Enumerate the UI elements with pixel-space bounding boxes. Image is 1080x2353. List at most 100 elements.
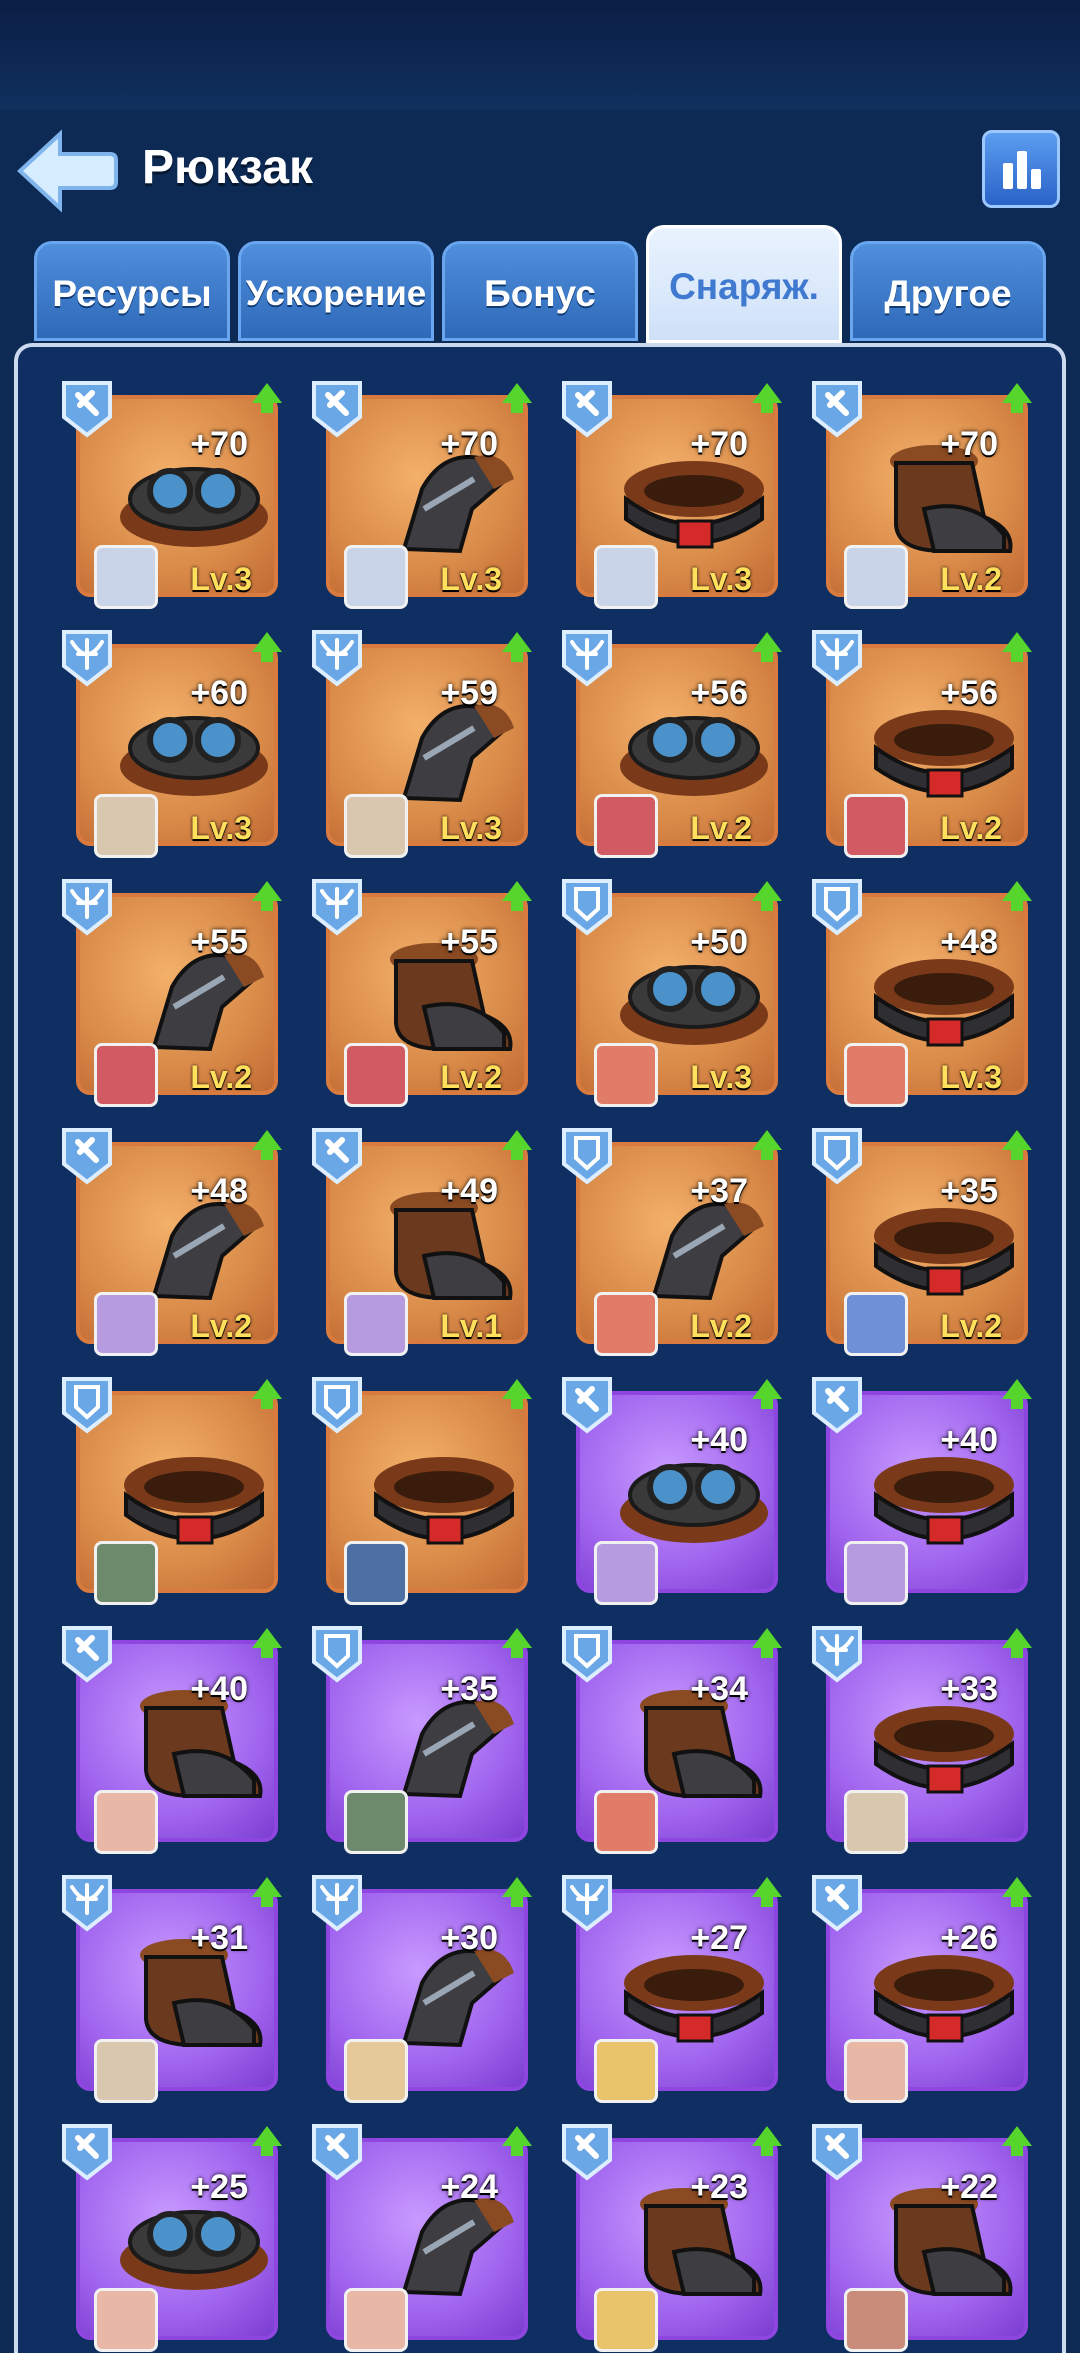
power-bonus: +26: [940, 1919, 998, 1957]
power-bonus: +23: [690, 2168, 748, 2206]
power-bonus: +70: [940, 425, 998, 463]
equipment-item[interactable]: +37 Lv.2: [558, 1124, 782, 1356]
hero-avatar: [344, 545, 408, 609]
upgrade-arrow-icon: [252, 1877, 282, 1907]
equipment-item[interactable]: +56 Lv.2: [558, 626, 782, 858]
equipment-item[interactable]: +48 Lv.2: [58, 1124, 282, 1356]
item-level: Lv.2: [940, 561, 1002, 597]
back-button[interactable]: [14, 128, 118, 214]
power-bonus: +48: [940, 923, 998, 961]
equipment-item[interactable]: +70 Lv.3: [308, 377, 532, 609]
crossbow-type-icon: [808, 1622, 866, 1684]
equipment-item[interactable]: +49 Lv.1: [308, 1124, 532, 1356]
equipment-item[interactable]: +23: [558, 2120, 782, 2352]
hero-avatar: [594, 794, 658, 858]
hero-avatar: [594, 545, 658, 609]
upgrade-arrow-icon: [752, 383, 782, 413]
shield-type-icon: [308, 1622, 366, 1684]
hero-avatar: [594, 1541, 658, 1605]
equipment-item[interactable]: [58, 1373, 282, 1605]
power-bonus: +70: [440, 425, 498, 463]
equipment-item[interactable]: +26: [808, 1871, 1032, 2103]
tab-bonus[interactable]: Бонус: [442, 241, 638, 341]
crossbow-type-icon: [808, 626, 866, 688]
hero-avatar: [344, 1541, 408, 1605]
equipment-item[interactable]: +30: [308, 1871, 532, 2103]
equipment-item[interactable]: +22: [808, 2120, 1032, 2352]
item-level: Lv.1: [440, 1308, 502, 1344]
upgrade-arrow-icon: [1002, 632, 1032, 662]
upgrade-arrow-icon: [502, 632, 532, 662]
hero-avatar: [94, 1790, 158, 1854]
hero-avatar: [844, 545, 908, 609]
equipment-item[interactable]: +40: [58, 1622, 282, 1854]
upgrade-arrow-icon: [252, 1130, 282, 1160]
item-level: Lv.3: [440, 561, 502, 597]
equipment-item[interactable]: +70 Lv.2: [808, 377, 1032, 609]
equipment-item[interactable]: +56 Lv.2: [808, 626, 1032, 858]
upgrade-arrow-icon: [1002, 383, 1032, 413]
tab-equipment[interactable]: Снаряж.: [646, 225, 842, 343]
item-level: Lv.2: [190, 1059, 252, 1095]
equipment-item[interactable]: +55 Lv.2: [308, 875, 532, 1107]
tool-type-icon: [308, 1124, 366, 1186]
shield-type-icon: [808, 875, 866, 937]
back-arrow-icon: [17, 129, 118, 213]
power-bonus: +55: [190, 923, 248, 961]
equipment-item[interactable]: +35: [308, 1622, 532, 1854]
power-bonus: +49: [440, 1172, 498, 1210]
equipment-item[interactable]: +31: [58, 1871, 282, 2103]
equipment-item[interactable]: [308, 1373, 532, 1605]
equipment-item[interactable]: +70 Lv.3: [558, 377, 782, 609]
equipment-item[interactable]: +40: [558, 1373, 782, 1605]
tool-type-icon: [558, 1373, 616, 1435]
upgrade-arrow-icon: [502, 1628, 532, 1658]
tab-speedups[interactable]: Ускорение: [238, 241, 434, 341]
equipment-item[interactable]: +59 Lv.3: [308, 626, 532, 858]
equipment-item[interactable]: +55 Lv.2: [58, 875, 282, 1107]
hero-avatar: [844, 1790, 908, 1854]
hero-avatar: [844, 1292, 908, 1356]
upgrade-arrow-icon: [252, 383, 282, 413]
equipment-item[interactable]: +25: [58, 2120, 282, 2352]
tool-type-icon: [808, 2120, 866, 2182]
item-level: Lv.2: [690, 1308, 752, 1344]
hero-avatar: [844, 1541, 908, 1605]
upgrade-arrow-icon: [252, 881, 282, 911]
tool-type-icon: [808, 1871, 866, 1933]
upgrade-arrow-icon: [752, 1130, 782, 1160]
equipment-item[interactable]: +35 Lv.2: [808, 1124, 1032, 1356]
hero-avatar: [344, 1790, 408, 1854]
power-bonus: +33: [940, 1670, 998, 1708]
equipment-item[interactable]: +34: [558, 1622, 782, 1854]
item-level: Lv.3: [940, 1059, 1002, 1095]
upgrade-arrow-icon: [502, 1130, 532, 1160]
upgrade-arrow-icon: [502, 881, 532, 911]
item-level: Lv.3: [690, 1059, 752, 1095]
upgrade-arrow-icon: [752, 2126, 782, 2156]
shield-type-icon: [308, 1373, 366, 1435]
equipment-item[interactable]: +60 Lv.3: [58, 626, 282, 858]
equipment-item[interactable]: +27: [558, 1871, 782, 2103]
hero-avatar: [94, 1292, 158, 1356]
tool-type-icon: [58, 1124, 116, 1186]
upgrade-arrow-icon: [252, 1628, 282, 1658]
crossbow-type-icon: [58, 875, 116, 937]
equipment-item[interactable]: +48 Lv.3: [808, 875, 1032, 1107]
tool-type-icon: [558, 377, 616, 439]
power-bonus: +30: [440, 1919, 498, 1957]
upgrade-arrow-icon: [752, 632, 782, 662]
equipment-item[interactable]: +70 Lv.3: [58, 377, 282, 609]
hero-avatar: [344, 1292, 408, 1356]
stats-button[interactable]: [982, 130, 1060, 208]
equipment-item[interactable]: +50 Lv.3: [558, 875, 782, 1107]
shield-type-icon: [808, 1124, 866, 1186]
equipment-item[interactable]: +40: [808, 1373, 1032, 1605]
tab-resources[interactable]: Ресурсы: [34, 241, 230, 341]
upgrade-arrow-icon: [502, 2126, 532, 2156]
tab-other[interactable]: Другое: [850, 241, 1046, 341]
equipment-item[interactable]: +24: [308, 2120, 532, 2352]
item-level: Lv.2: [440, 1059, 502, 1095]
upgrade-arrow-icon: [502, 383, 532, 413]
equipment-item[interactable]: +33: [808, 1622, 1032, 1854]
